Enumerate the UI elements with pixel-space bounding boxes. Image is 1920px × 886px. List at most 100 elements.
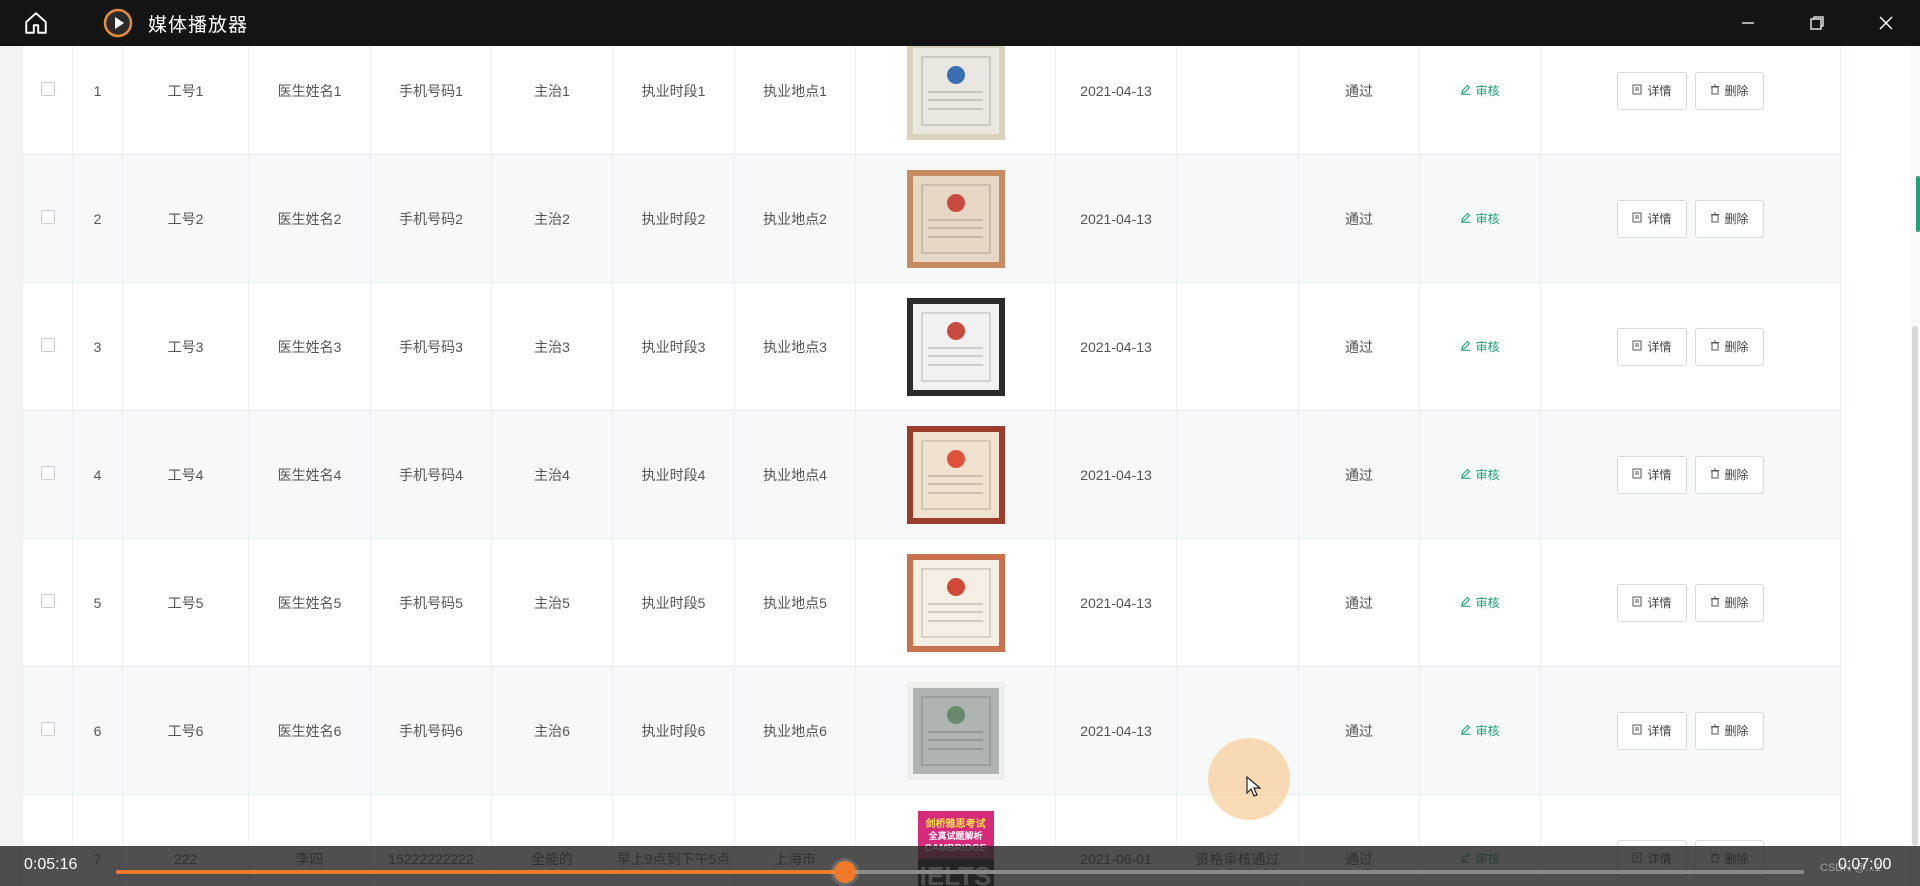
delete-button[interactable]: 删除 bbox=[1694, 71, 1764, 110]
detail-button[interactable]: 详情 bbox=[1617, 327, 1687, 366]
document-icon bbox=[1632, 340, 1642, 354]
certificate-seal bbox=[946, 578, 965, 597]
actions-cell: 详情 删除 bbox=[1540, 538, 1841, 667]
actions-cell: 详情 删除 bbox=[1540, 154, 1841, 283]
trash-icon bbox=[1710, 724, 1720, 738]
detail-button[interactable]: 详情 bbox=[1617, 71, 1687, 110]
review-link[interactable]: 审核 bbox=[1460, 722, 1500, 739]
title-cell: 主治1 bbox=[491, 46, 613, 155]
cert-cell bbox=[855, 538, 1056, 667]
detail-button[interactable]: 详情 bbox=[1617, 199, 1687, 238]
doctor-name-cell: 医生姓名3 bbox=[248, 282, 371, 411]
certificate-line bbox=[927, 346, 984, 349]
edit-icon bbox=[1460, 468, 1471, 482]
row-number: 3 bbox=[72, 282, 123, 411]
delete-button[interactable]: 删除 bbox=[1694, 711, 1764, 750]
place-cell: 执业地点5 bbox=[734, 538, 856, 667]
date-cell: 2021-04-13 bbox=[1055, 46, 1177, 155]
progress-knob[interactable] bbox=[834, 861, 857, 883]
trash-icon bbox=[1710, 596, 1720, 610]
delete-label: 删除 bbox=[1724, 724, 1749, 738]
certificate-line bbox=[927, 747, 984, 750]
review-link[interactable]: 审核 bbox=[1460, 82, 1500, 99]
progress-fill bbox=[116, 870, 846, 874]
edit-icon bbox=[1460, 724, 1471, 738]
minimize-button[interactable] bbox=[1713, 0, 1782, 46]
table-row: 2 工号2 医生姓名2 手机号码2 主治2 执业时段2 执业地点2 2021-04-13 通过 审… bbox=[22, 154, 1841, 283]
close-button[interactable] bbox=[1851, 0, 1920, 46]
detail-button[interactable]: 详情 bbox=[1617, 711, 1687, 750]
doctor-name-cell: 医生姓名4 bbox=[248, 410, 371, 539]
certificate-image[interactable] bbox=[906, 553, 1005, 652]
review-link[interactable]: 审核 bbox=[1460, 210, 1500, 227]
phone-cell: 手机号码3 bbox=[370, 282, 492, 411]
doctor-name-cell: 医生姓名6 bbox=[248, 666, 371, 795]
certificate-line bbox=[927, 730, 984, 733]
row-checkbox[interactable] bbox=[40, 722, 55, 736]
row-checkbox-cell bbox=[22, 154, 73, 283]
title-cell: 主治3 bbox=[491, 282, 613, 411]
trash-icon bbox=[1710, 212, 1720, 226]
audit-note-cell bbox=[1176, 282, 1299, 411]
detail-button[interactable]: 详情 bbox=[1617, 455, 1687, 494]
total-time: 0:07:00 bbox=[1838, 856, 1892, 873]
place-cell: 执业地点2 bbox=[734, 154, 856, 283]
row-checkbox[interactable] bbox=[40, 594, 55, 608]
delete-button[interactable]: 删除 bbox=[1694, 583, 1764, 622]
job-id-cell: 工号3 bbox=[122, 282, 249, 411]
certificate-image[interactable] bbox=[906, 425, 1005, 524]
review-cell: 审核 bbox=[1419, 666, 1541, 795]
job-id-cell: 工号1 bbox=[122, 46, 249, 155]
status-cell: 通过 bbox=[1298, 46, 1420, 155]
scrollbar[interactable] bbox=[1910, 46, 1920, 886]
certificate-image[interactable] bbox=[906, 297, 1005, 396]
hours-cell: 执业时段1 bbox=[612, 46, 735, 155]
trash-icon bbox=[1710, 340, 1720, 354]
certificate-line bbox=[927, 355, 984, 358]
audit-note-cell bbox=[1176, 538, 1299, 667]
title-bar: 媒体播放器 bbox=[0, 0, 1920, 46]
restore-button[interactable] bbox=[1782, 0, 1851, 46]
edit-icon bbox=[1460, 596, 1471, 610]
cert-cell bbox=[855, 410, 1056, 539]
ielts-cover-line2: 全真试题解析 bbox=[928, 830, 983, 841]
review-link[interactable]: 审核 bbox=[1460, 338, 1500, 355]
delete-button[interactable]: 删除 bbox=[1694, 455, 1764, 494]
cert-cell bbox=[855, 154, 1056, 283]
document-icon bbox=[1632, 84, 1642, 98]
detail-label: 详情 bbox=[1647, 212, 1672, 226]
actions-cell: 详情 删除 bbox=[1540, 282, 1841, 411]
document-icon bbox=[1632, 468, 1642, 482]
doctor-name-cell: 医生姓名2 bbox=[248, 154, 371, 283]
home-icon[interactable] bbox=[18, 5, 54, 41]
document-icon bbox=[1632, 724, 1642, 738]
detail-button[interactable]: 详情 bbox=[1617, 583, 1687, 622]
review-link[interactable]: 审核 bbox=[1460, 594, 1500, 611]
row-checkbox[interactable] bbox=[40, 466, 55, 480]
trash-icon bbox=[1710, 84, 1720, 98]
edit-icon bbox=[1460, 84, 1471, 98]
document-icon bbox=[1632, 212, 1642, 226]
player-controls: 0:05:16 CSDN @...1 0:07:00 bbox=[0, 846, 1920, 886]
row-checkbox-cell bbox=[22, 282, 73, 411]
progress-bar[interactable] bbox=[116, 861, 1804, 883]
certificate-image[interactable] bbox=[906, 681, 1005, 780]
status-cell: 通过 bbox=[1298, 538, 1420, 667]
certificate-seal bbox=[946, 66, 965, 85]
delete-label: 删除 bbox=[1724, 340, 1749, 354]
review-link[interactable]: 审核 bbox=[1460, 466, 1500, 483]
row-checkbox[interactable] bbox=[40, 338, 55, 352]
certificate-image[interactable] bbox=[906, 46, 1005, 140]
delete-button[interactable]: 删除 bbox=[1694, 327, 1764, 366]
delete-button[interactable]: 删除 bbox=[1694, 199, 1764, 238]
certificate-line bbox=[927, 363, 984, 366]
phone-cell: 手机号码1 bbox=[370, 46, 492, 155]
certificate-line bbox=[927, 90, 984, 93]
certificate-line bbox=[927, 218, 984, 221]
row-checkbox[interactable] bbox=[40, 82, 55, 96]
review-cell: 审核 bbox=[1419, 410, 1541, 539]
delete-label: 删除 bbox=[1724, 84, 1749, 98]
row-checkbox[interactable] bbox=[40, 210, 55, 224]
certificate-image[interactable] bbox=[906, 169, 1005, 268]
scrollbar-thumb[interactable] bbox=[1912, 326, 1918, 846]
